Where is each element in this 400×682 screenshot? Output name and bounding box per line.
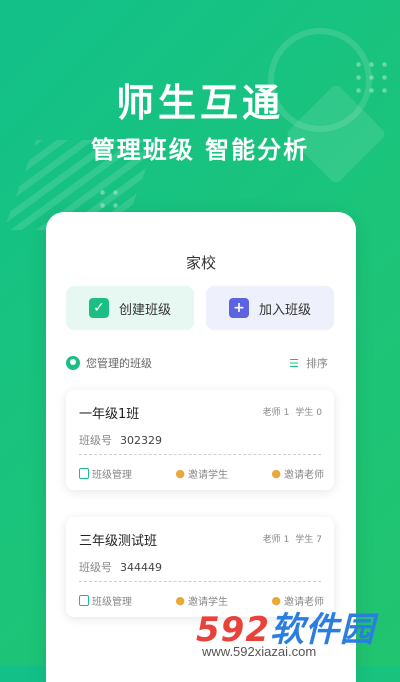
invite-students-button[interactable]: ● 邀请学生 [175, 466, 228, 481]
class-manage-button[interactable]: 班级管理 [79, 593, 132, 608]
create-class-button[interactable]: ✓ 创建班级 [66, 286, 194, 330]
document-icon [79, 468, 89, 479]
student-count: 0 [316, 408, 322, 418]
person-add-icon: ● [175, 594, 185, 607]
class-group-icon [66, 356, 80, 370]
class-code: 344449 [120, 561, 162, 574]
class-manage-label: 班级管理 [92, 470, 132, 481]
invite-students-label: 邀请学生 [188, 470, 228, 481]
class-name: 三年级测试班 [79, 534, 158, 549]
decor-dots [96, 186, 122, 212]
class-code-label: 班级号 [79, 561, 112, 574]
class-card[interactable]: 一年级1班 老师 1 学生 0 班级号 302329 班级管理 ● 邀请学生 ● 邀请… [66, 390, 334, 490]
page-title: 家校 [185, 254, 216, 272]
plus-icon: + [228, 298, 249, 318]
student-label: 学生 [295, 535, 314, 545]
invite-teachers-button[interactable]: ● 邀请老师 [271, 466, 324, 481]
invite-teachers-label: 邀请老师 [284, 470, 324, 481]
class-member-counts: 老师 1 学生 0 [260, 405, 322, 418]
document-icon [79, 595, 89, 606]
class-name: 一年级1班 [79, 407, 140, 422]
teacher-label: 老师 [262, 408, 281, 418]
watermark-url: www.592xiazai.com [202, 644, 317, 659]
student-label: 学生 [295, 408, 314, 418]
class-manage-label: 班级管理 [92, 597, 132, 608]
hero-subtitle: 管理班级 智能分析 [90, 136, 310, 164]
join-class-button[interactable]: + 加入班级 [206, 286, 334, 330]
sort-label: 排序 [306, 357, 328, 370]
class-member-counts: 老师 1 学生 7 [260, 532, 322, 545]
check-icon: ✓ [88, 298, 109, 318]
teacher-label: 老师 [262, 535, 281, 545]
section-label: 您管理的班级 [86, 357, 152, 370]
watermark-logo: 592软件园 www.592xiazai.com [196, 602, 396, 662]
person-add-icon: ● [271, 467, 281, 480]
student-count: 7 [316, 535, 322, 545]
join-class-label: 加入班级 [258, 302, 311, 318]
teacher-count: 1 [283, 408, 290, 418]
class-code-row: 班级号 302329 [79, 432, 162, 448]
sort-icon: ☰ [289, 356, 299, 370]
teacher-count: 1 [283, 535, 290, 545]
class-code-label: 班级号 [79, 434, 112, 447]
hero-banner: 师生互通 管理班级 智能分析 [0, 0, 400, 240]
class-actions: 班级管理 ● 邀请学生 ● 邀请老师 [79, 466, 324, 481]
create-class-label: 创建班级 [118, 302, 171, 318]
class-code-row: 班级号 344449 [79, 559, 162, 575]
managed-classes-header: 您管理的班级 ☰ 排序 [66, 353, 328, 373]
class-manage-button[interactable]: 班级管理 [79, 466, 132, 481]
hero-title: 师生互通 [115, 81, 284, 125]
class-code: 302329 [120, 434, 162, 447]
sort-button[interactable]: ☰ 排序 [289, 355, 328, 371]
divider [79, 581, 321, 582]
person-add-icon: ● [175, 467, 185, 480]
divider [79, 454, 321, 455]
